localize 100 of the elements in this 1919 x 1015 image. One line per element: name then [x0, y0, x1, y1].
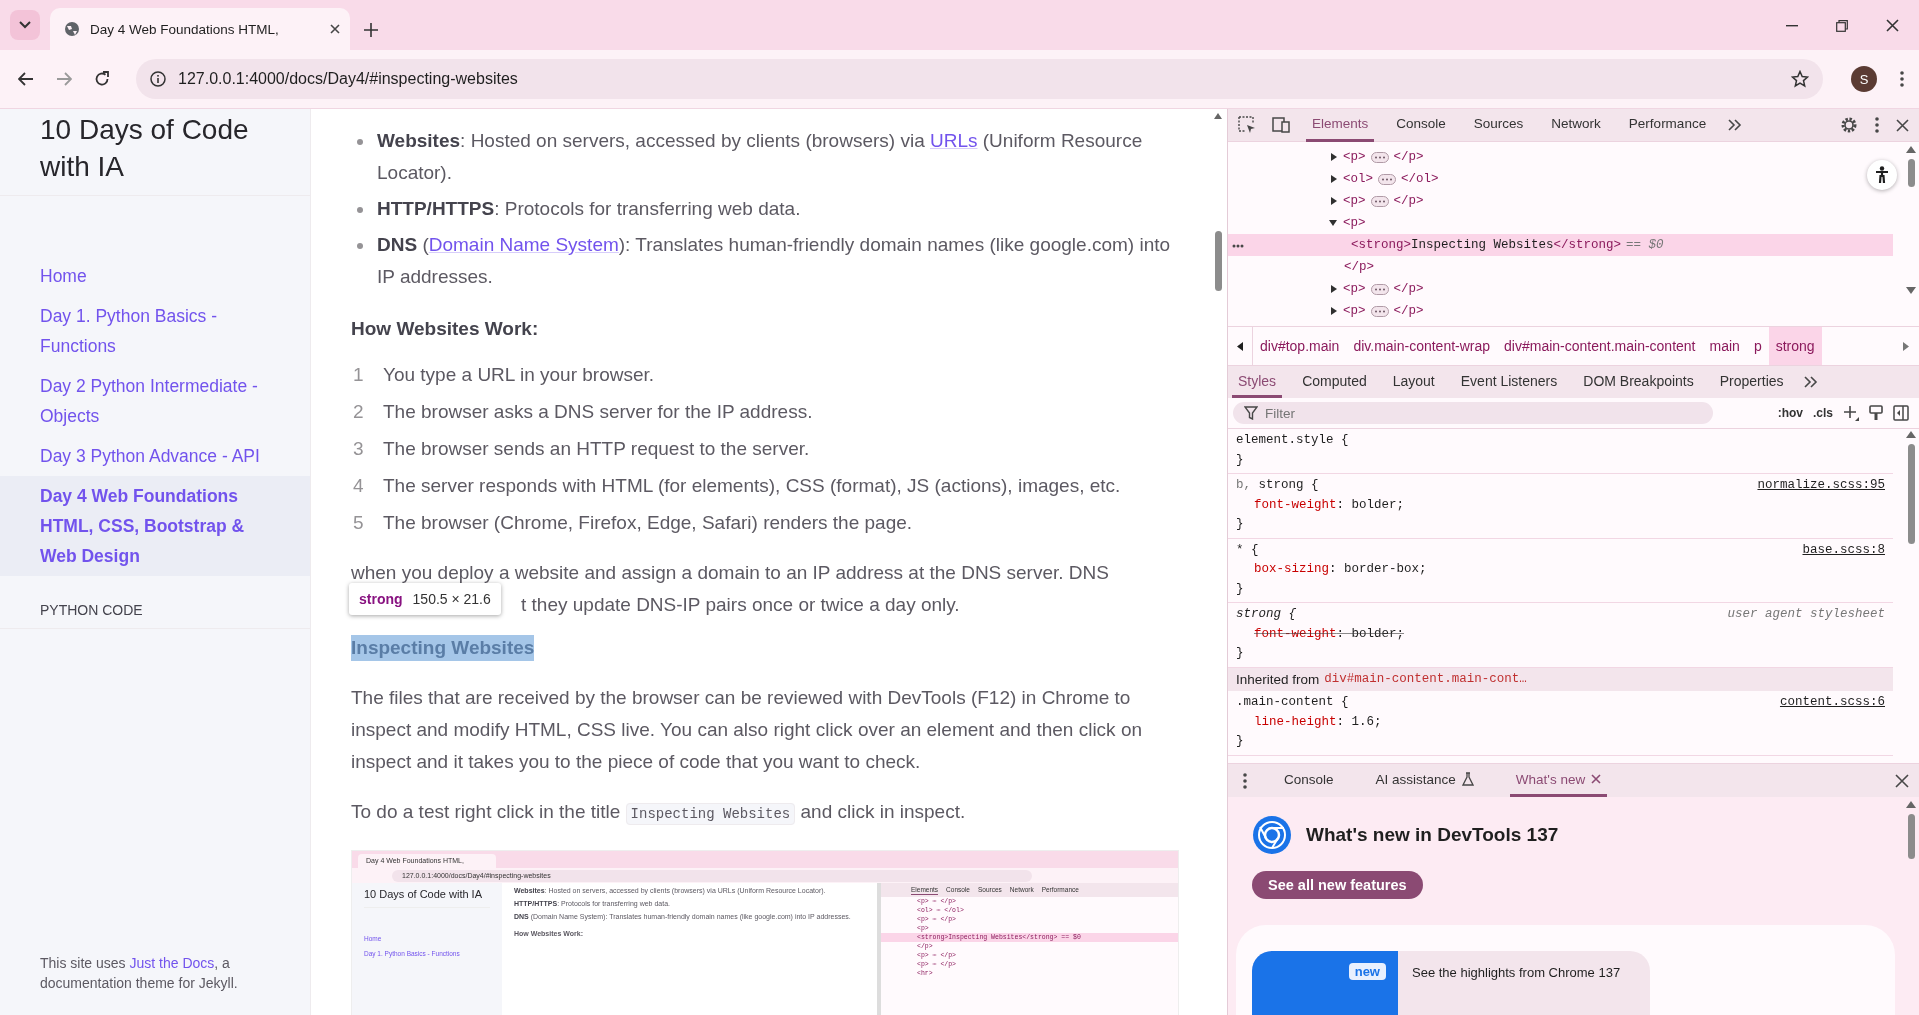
nav-link[interactable]: Day 2 Python Intermediate - Objects [0, 366, 310, 436]
filter-field[interactable]: Filter [1233, 402, 1713, 424]
close-icon[interactable] [330, 24, 340, 34]
menu-icon[interactable] [1874, 116, 1880, 134]
caret-icon[interactable] [1330, 152, 1338, 162]
styles-tab[interactable]: Styles [1232, 366, 1283, 398]
restore-icon[interactable] [1836, 19, 1848, 32]
link[interactable]: Domain Name System [428, 234, 619, 255]
drawer-tab[interactable]: Console [1278, 764, 1340, 797]
back-arrow-icon[interactable] [18, 72, 34, 86]
sidebar-toggle-icon[interactable] [1893, 405, 1909, 421]
inherited-selector[interactable]: div#main-content.main-cont… [1324, 669, 1527, 689]
scroll-up-icon[interactable] [1906, 146, 1916, 153]
scroll-left-icon[interactable] [1237, 341, 1243, 351]
scroll-up-icon[interactable] [1214, 113, 1222, 119]
more-tabs-icon[interactable] [1728, 119, 1743, 131]
devtools-tab[interactable]: Console [1390, 108, 1452, 142]
address-bar[interactable]: 127.0.0.1:4000/docs/Day4/#inspecting-websites [136, 59, 1823, 99]
device-icon[interactable] [1272, 117, 1290, 133]
toggle-button[interactable]: :hov [1777, 406, 1803, 420]
ellipsis-icon[interactable] [1232, 244, 1244, 248]
caret-icon[interactable] [1330, 174, 1338, 184]
devtools-tab[interactable]: Performance [1622, 108, 1713, 142]
styles-tab[interactable]: Event Listeners [1454, 366, 1564, 398]
plus-icon[interactable] [364, 23, 378, 37]
menu-icon[interactable] [1899, 70, 1905, 88]
devtools-tab[interactable]: Sources [1467, 108, 1530, 142]
close-icon[interactable] [1591, 774, 1602, 784]
star-icon[interactable] [1791, 70, 1809, 88]
scrollbar-thumb[interactable] [1214, 231, 1222, 291]
styles-tab[interactable]: Properties [1713, 366, 1790, 398]
nav-link[interactable]: Home [0, 256, 310, 296]
profile-avatar[interactable]: S [1851, 66, 1877, 92]
dom-tag[interactable]: </p> [1393, 194, 1424, 208]
accessibility-button[interactable] [1867, 160, 1897, 190]
dom-tag[interactable]: <p> [1343, 304, 1366, 318]
css-declaration[interactable]: font-weight: bolder; [1254, 497, 1405, 512]
breadcrumb[interactable]: div.main-content-wrap [1346, 327, 1498, 365]
dom-tag[interactable]: </p> [1393, 150, 1424, 164]
scroll-up-icon[interactable] [1906, 801, 1916, 808]
breadcrumb[interactable]: main [1702, 327, 1747, 365]
close-icon[interactable] [1896, 118, 1909, 132]
scroll-up-icon[interactable] [1906, 431, 1916, 438]
source-link[interactable]: base.scss:8 [1802, 540, 1885, 560]
breadcrumb[interactable]: div#top.main [1253, 327, 1347, 365]
styles-tab[interactable]: Layout [1386, 366, 1441, 398]
drawer-menu-icon[interactable] [1242, 771, 1248, 790]
drawer-tab[interactable]: AI assistance [1369, 764, 1480, 797]
close-icon[interactable] [1895, 773, 1909, 788]
source-link[interactable]: normalize.scss:95 [1757, 476, 1885, 496]
dom-tag[interactable]: <p> [1343, 216, 1366, 230]
dom-tag[interactable]: </p> [1393, 304, 1424, 318]
forward-arrow-icon[interactable] [56, 72, 72, 86]
breadcrumb[interactable]: div#main-content.main-content [1497, 327, 1703, 365]
plus-icon[interactable] [1843, 405, 1859, 421]
dom-tag[interactable]: </p> [1344, 260, 1374, 274]
scrollbar-thumb[interactable] [1907, 814, 1915, 859]
caret-icon[interactable] [1330, 196, 1338, 206]
caret-icon[interactable] [1330, 306, 1338, 316]
dom-tag[interactable]: <p> [1343, 194, 1366, 208]
browser-tab[interactable]: Day 4 Web Foundations HTML, [50, 8, 350, 50]
see-features-button[interactable]: See all new features [1252, 871, 1423, 899]
dom-tag[interactable]: <p> [1343, 150, 1366, 164]
scroll-right-icon[interactable] [1903, 342, 1909, 351]
devtools-tab[interactable]: Elements [1306, 108, 1375, 142]
info-icon[interactable] [150, 71, 166, 87]
dom-tag[interactable]: <ol> [1343, 172, 1373, 186]
close-icon[interactable] [1886, 19, 1899, 32]
minimize-icon[interactable] [1786, 24, 1798, 27]
dom-tag[interactable]: </p> [1393, 282, 1424, 296]
reload-icon[interactable] [94, 71, 110, 87]
link[interactable]: URLs [930, 130, 978, 151]
inspect-icon[interactable] [1238, 116, 1256, 134]
devtools-tab[interactable]: Network [1545, 108, 1607, 142]
nav-link[interactable]: Day 1. Python Basics - Functions [0, 296, 310, 366]
scroll-down-icon[interactable] [1906, 287, 1916, 294]
source-link[interactable]: content.scss:6 [1779, 693, 1885, 713]
paint-brush-icon[interactable] [1869, 405, 1883, 421]
css-declaration[interactable]: box-sizing: border-box; [1254, 562, 1427, 576]
tab-list-button[interactable] [10, 10, 40, 40]
selected-dom-row[interactable]: <strong>Inspecting Websites</strong> == $0 [1228, 234, 1893, 256]
scrollbar-thumb[interactable] [1907, 444, 1915, 544]
css-declaration[interactable]: line-height: 1.6; [1254, 714, 1382, 729]
dom-tag[interactable]: <p> [1343, 282, 1366, 296]
breadcrumb[interactable]: strong [1768, 327, 1822, 365]
css-declaration[interactable]: font-weight: bolder; [1254, 626, 1405, 641]
nav-link[interactable]: Day 4 Web Foundations HTML, CSS, Bootstrap & Web Design [0, 476, 310, 576]
more-tabs-icon[interactable] [1803, 376, 1818, 388]
scrollbar-thumb[interactable] [1907, 159, 1915, 187]
dom-node[interactable]: <strong>Inspecting Websites</strong> [1351, 238, 1622, 252]
highlight-card[interactable]: new See the highlights from Chrome 137 [1252, 951, 1650, 1015]
caret-icon[interactable] [1330, 284, 1338, 294]
settings-icon[interactable] [1840, 116, 1858, 134]
styles-tab[interactable]: DOM Breakpoints [1577, 366, 1700, 398]
caret-icon[interactable] [1328, 219, 1338, 227]
styles-tab[interactable]: Computed [1296, 366, 1373, 398]
dom-tag[interactable]: </ol> [1401, 172, 1439, 186]
nav-link[interactable]: Day 3 Python Advance - API [0, 436, 310, 476]
breadcrumb[interactable]: p [1746, 327, 1769, 365]
toggle-button[interactable]: .cls [1813, 406, 1833, 420]
